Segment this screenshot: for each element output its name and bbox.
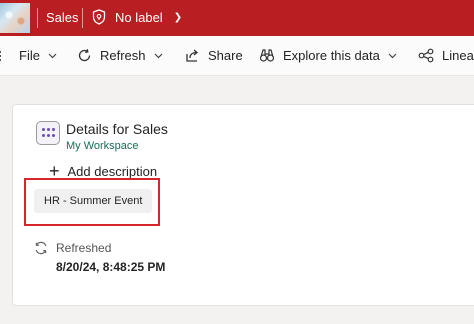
refresh-icon [78, 49, 91, 62]
semantic-model-icon [36, 121, 60, 145]
explore-data-button[interactable]: Explore this data [259, 48, 397, 63]
add-description-label: Add description [67, 164, 158, 178]
file-menu-button[interactable]: File [19, 48, 57, 63]
details-title: Details for Sales [66, 121, 168, 137]
file-label: File [19, 48, 40, 63]
details-card: Details for Sales My Workspace + Add des… [12, 104, 474, 306]
share-label: Share [208, 48, 243, 63]
share-button[interactable]: Share [185, 48, 243, 63]
chevron-down-icon [154, 53, 162, 58]
lineage-label: Linea [442, 48, 474, 63]
lineage-icon [418, 48, 434, 63]
shield-icon [92, 9, 106, 25]
sensitivity-label-button[interactable]: No label ❯ [92, 9, 182, 25]
app-header: Sales No label ❯ [0, 0, 474, 36]
add-description-button[interactable]: + Add description [49, 164, 157, 178]
explore-label: Explore this data [283, 48, 380, 63]
chevron-down-icon [48, 53, 57, 58]
command-bar: File Refresh Share Explore this data Lin… [0, 36, 474, 76]
binoculars-icon [259, 49, 275, 62]
refresh-icon [35, 241, 47, 255]
refreshed-timestamp: 8/20/24, 8:48:25 PM [56, 260, 166, 274]
chevron-down-icon: ❯ [173, 11, 183, 23]
highlight-box [24, 178, 160, 226]
item-title[interactable]: Sales [46, 10, 79, 25]
sensitivity-label-text: No label [115, 9, 163, 25]
plus-icon: + [49, 164, 60, 178]
item-thumbnail[interactable] [0, 3, 30, 33]
workspace-link[interactable]: My Workspace [66, 140, 139, 152]
header-divider [82, 8, 83, 28]
refresh-button[interactable]: Refresh [77, 48, 163, 63]
share-icon [186, 49, 199, 62]
more-icon[interactable] [0, 50, 3, 62]
refreshed-label: Refreshed [56, 241, 112, 255]
chevron-down-icon [388, 53, 397, 58]
header-divider [37, 8, 38, 28]
refresh-label: Refresh [100, 48, 146, 63]
lineage-button[interactable]: Linea [418, 48, 474, 63]
